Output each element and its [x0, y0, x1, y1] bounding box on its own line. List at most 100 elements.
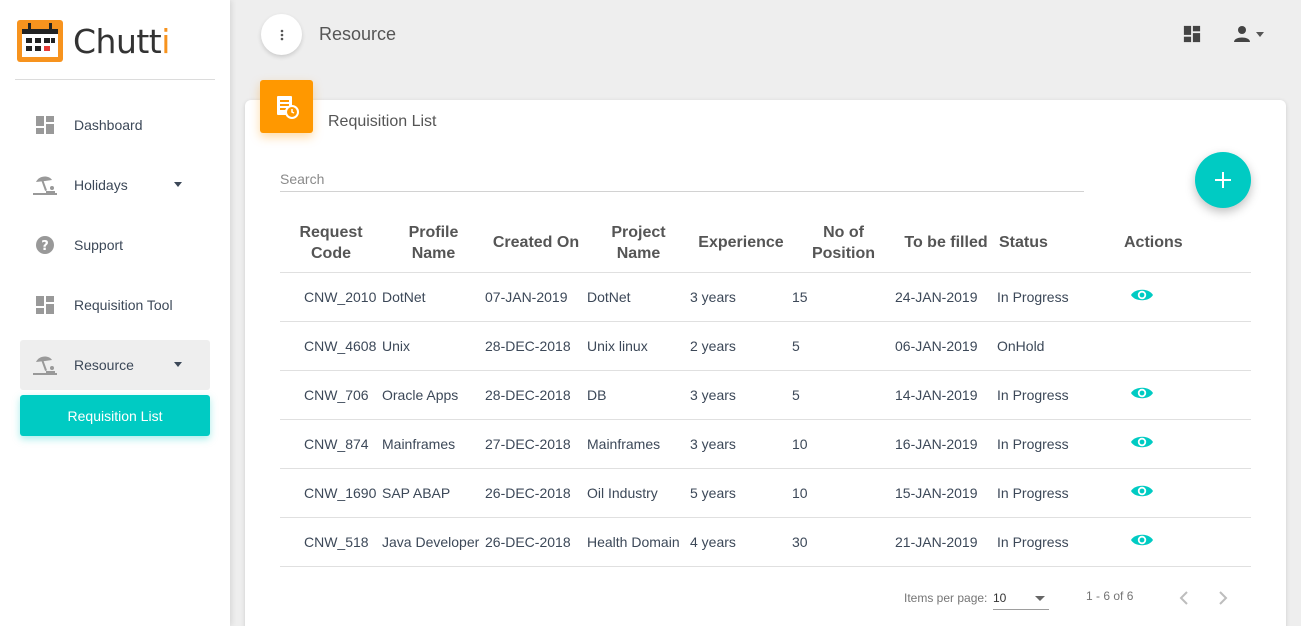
cell-code: CNW_2010	[280, 272, 382, 322]
cell-project: Unix linux	[587, 321, 690, 371]
cell-positions: 5	[792, 321, 895, 371]
cell-experience: 3 years	[690, 419, 792, 469]
cell-created: 26-DEC-2018	[485, 468, 587, 518]
search-input[interactable]	[280, 168, 1084, 190]
cell-status: In Progress	[997, 468, 1100, 518]
sidebar-item-label: Support	[74, 237, 124, 253]
cell-project: DotNet	[587, 272, 690, 322]
app-logo[interactable]: Chutti	[17, 20, 170, 62]
user-menu-button[interactable]	[1232, 22, 1274, 46]
table-row: CNW_518 Java Developer 26-DEC-2018 Health D…	[280, 517, 1251, 567]
items-per-page-select[interactable]: 10	[993, 588, 1049, 610]
cell-fill-by: 21-JAN-2019	[895, 517, 997, 567]
column-header-profile-name[interactable]: Profile Name	[382, 214, 485, 273]
beach-icon	[32, 172, 58, 198]
cell-actions	[1100, 370, 1251, 420]
cell-project: Mainframes	[587, 419, 690, 469]
dashboard-button[interactable]	[1180, 22, 1204, 46]
cell-actions	[1100, 517, 1251, 567]
column-header-experience[interactable]: Experience	[690, 214, 792, 273]
cell-created: 27-DEC-2018	[485, 419, 587, 469]
view-button[interactable]	[1130, 434, 1154, 450]
cell-status: In Progress	[997, 272, 1100, 322]
items-per-page-label: Items per page:	[904, 591, 988, 605]
eye-icon	[1131, 387, 1153, 399]
column-header-no-of-position[interactable]: No of Position	[792, 214, 895, 273]
chevron-down-icon	[174, 182, 182, 187]
cell-experience: 3 years	[690, 272, 792, 322]
add-requisition-button[interactable]	[1195, 152, 1251, 208]
next-page-button[interactable]	[1211, 586, 1235, 610]
cell-code: CNW_4608	[280, 321, 382, 371]
cell-fill-by: 16-JAN-2019	[895, 419, 997, 469]
cell-status: In Progress	[997, 370, 1100, 420]
view-button[interactable]	[1130, 532, 1154, 548]
sidebar-item-support[interactable]: ? Support	[20, 220, 210, 270]
table-row: CNW_2010 DotNet 07-JAN-2019 DotNet 3 years 15…	[280, 272, 1251, 322]
column-header-to-be-filled[interactable]: To be filled	[895, 214, 997, 273]
sidebar-item-resource[interactable]: Resource	[20, 340, 210, 390]
cell-fill-by: 14-JAN-2019	[895, 370, 997, 420]
help-icon: ?	[32, 232, 58, 258]
cell-fill-by: 06-JAN-2019	[895, 321, 997, 371]
cell-experience: 4 years	[690, 517, 792, 567]
svg-text:?: ?	[41, 239, 49, 254]
page-title: Resource	[319, 24, 397, 44]
chevron-down-icon	[1035, 596, 1045, 601]
cell-status: In Progress	[997, 419, 1100, 469]
cell-experience: 3 years	[690, 370, 792, 420]
sidebar-item-dashboard[interactable]: Dashboard	[20, 100, 210, 150]
chevron-left-icon	[1179, 591, 1188, 605]
assignment-time-icon	[276, 95, 299, 119]
sidebar-item-holidays[interactable]: Holidays	[20, 160, 210, 210]
view-button[interactable]	[1130, 483, 1154, 499]
cell-positions: 30	[792, 517, 895, 567]
cell-project: Health Domain	[587, 517, 690, 567]
person-icon	[1234, 26, 1250, 42]
previous-page-button[interactable]	[1172, 586, 1196, 610]
table-row: CNW_874 Mainframes 27-DEC-2018 Mainframes 3 …	[280, 419, 1251, 469]
sidebar-subitem-requisition-list[interactable]: Requisition List	[20, 395, 210, 436]
cell-fill-by: 24-JAN-2019	[895, 272, 997, 322]
column-header-status[interactable]: Status	[997, 214, 1100, 273]
cell-project: Oil Industry	[587, 468, 690, 518]
cell-positions: 5	[792, 370, 895, 420]
more-vertical-icon	[280, 29, 283, 40]
cell-fill-by: 15-JAN-2019	[895, 468, 997, 518]
column-header-project-name[interactable]: Project Name	[587, 214, 690, 273]
search-field[interactable]	[280, 168, 1084, 192]
eye-icon	[1131, 289, 1153, 301]
sidebar-item-label: Requisition Tool	[74, 297, 173, 313]
sidebar-item-label: Dashboard	[74, 117, 143, 133]
cell-created: 26-DEC-2018	[485, 517, 587, 567]
plus-icon	[1215, 172, 1231, 188]
cell-status: OnHold	[997, 321, 1100, 371]
view-button[interactable]	[1130, 287, 1154, 303]
eye-icon	[1131, 436, 1153, 448]
sidebar-item-requisition-tool[interactable]: Requisition Tool	[20, 280, 210, 330]
dashboard-icon	[32, 292, 58, 318]
chevron-down-icon	[174, 362, 182, 367]
page-size-value: 10	[993, 591, 1007, 605]
page-range: 1 - 6 of 6	[1086, 589, 1134, 603]
calendar-logo-icon	[17, 20, 63, 62]
table-row: CNW_4608 Unix 28-DEC-2018 Unix linux 2 years…	[280, 321, 1251, 371]
cell-profile: Java Developer	[382, 517, 485, 567]
table-row: CNW_1690 SAP ABAP 26-DEC-2018 Oil Industry 5…	[280, 468, 1251, 518]
cell-actions	[1100, 272, 1251, 322]
column-header-created-on[interactable]: Created On	[485, 214, 587, 273]
more-menu-button[interactable]	[261, 14, 302, 55]
view-button[interactable]	[1130, 385, 1154, 401]
sidebar: Chutti Dashboard Holidays ? Support Requ…	[0, 0, 230, 626]
column-header-actions: Actions	[1100, 214, 1251, 273]
column-header-request-code[interactable]: Request Code	[280, 214, 382, 273]
cell-actions	[1100, 419, 1251, 469]
eye-icon	[1131, 534, 1153, 546]
cell-experience: 2 years	[690, 321, 792, 371]
cell-project: DB	[587, 370, 690, 420]
eye-icon	[1131, 485, 1153, 497]
dashboard-icon	[32, 112, 58, 138]
cell-created: 28-DEC-2018	[485, 370, 587, 420]
cell-actions	[1100, 321, 1251, 371]
chevron-down-icon	[1256, 31, 1264, 37]
